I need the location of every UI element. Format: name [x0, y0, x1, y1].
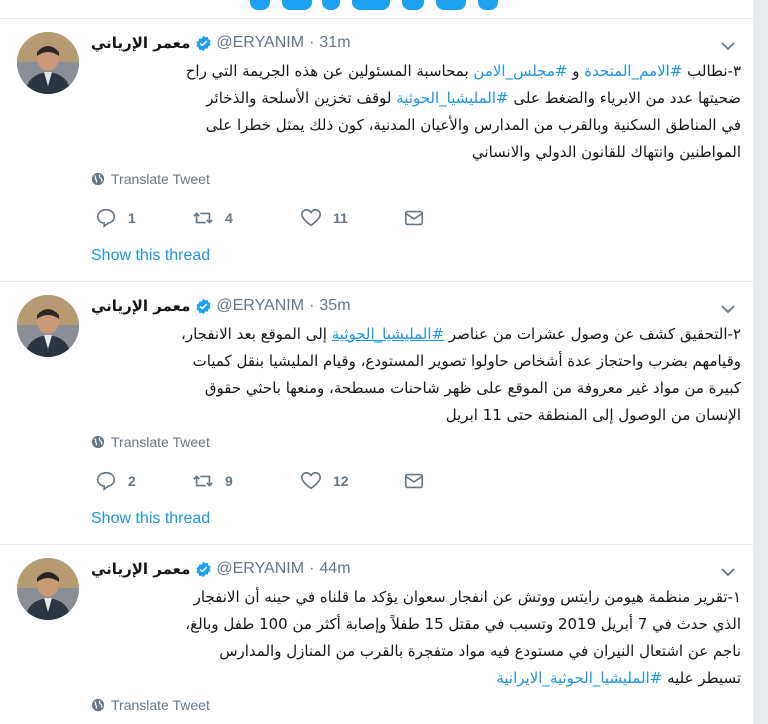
author-handle[interactable]: @ERYANIM [216, 34, 304, 52]
translate-label: Translate Tweet [111, 171, 210, 187]
tweet-text: ١-تقرير منظمة هيومن رايتس ووتش عن انفجار… [91, 584, 741, 692]
show-more-link-partial[interactable] [0, 0, 753, 19]
reply-button[interactable]: 1 [95, 207, 136, 229]
like-count: 12 [333, 473, 349, 489]
tweet-text-line: ناجم عن اشتعال النيران في مستودع فيه موا… [219, 642, 741, 660]
like-button[interactable]: 11 [300, 207, 348, 229]
hashtag-link[interactable]: #مجلس_الامن [473, 62, 567, 80]
tweet[interactable]: معمر الإرياني @ERYANIM · 44m ١-تقرير منظ… [0, 546, 753, 724]
reply-icon [96, 471, 116, 491]
globe-icon [91, 698, 105, 712]
hashtag-link[interactable]: #المليشيا_الحوثية_الايرانية [496, 669, 662, 687]
tweet-text-line: وقيامهم بضرب واحتجاز عدة أشخاص حاولوا تص… [192, 352, 741, 370]
retweet-icon [193, 475, 213, 487]
author-handle[interactable]: @ERYANIM [216, 560, 304, 578]
direct-message-button[interactable] [403, 470, 436, 492]
text-segment: إلى الموقع بعد الانفجار، [181, 325, 332, 343]
retweet-button[interactable]: 9 [192, 470, 233, 492]
text-segment: بمحاسبة المسئولين عن هذه الجريمة التي را… [185, 62, 474, 80]
verified-badge-icon [195, 561, 212, 578]
show-this-thread-link[interactable]: Show this thread [91, 510, 210, 528]
tweet-header: معمر الإرياني @ERYANIM · 35m [91, 296, 351, 316]
tweet-text-line: ٣-نطالب #الامم_المتحدة و #مجلس_الامن بمح… [91, 58, 741, 85]
timestamp[interactable]: 35m [319, 297, 350, 315]
heart-icon [301, 208, 321, 227]
translate-tweet-button[interactable]: Translate Tweet [91, 697, 210, 713]
tweet-text-line: في المناطق السكنية وبالقرب من المدارس وا… [205, 116, 741, 134]
separator-dot: · [309, 560, 315, 577]
verified-badge-icon [195, 35, 212, 52]
tweet[interactable]: معمر الإرياني @ERYANIM · 35m ٢-التحقيق ك… [0, 283, 753, 545]
retweet-count: 4 [225, 210, 233, 226]
translate-label: Translate Tweet [111, 697, 210, 713]
chevron-down-icon[interactable] [720, 564, 736, 580]
author-name[interactable]: معمر الإرياني [91, 34, 190, 52]
tweet-header: معمر الإرياني @ERYANIM · 31m [91, 33, 351, 53]
tweet-text: ٢-التحقيق كشف عن وصول عشرات من عناصر #ال… [91, 321, 741, 429]
chevron-down-icon[interactable] [720, 301, 736, 317]
tweet-header: معمر الإرياني @ERYANIM · 44m [91, 559, 351, 579]
timeline: معمر الإرياني @ERYANIM · 31m ٣-نطالب #ال… [0, 0, 754, 724]
separator-dot: · [309, 297, 315, 314]
text-segment: ٣-نطالب [682, 62, 741, 80]
translate-tweet-button[interactable]: Translate Tweet [91, 171, 210, 187]
globe-icon [91, 172, 105, 186]
reply-count: 2 [128, 473, 136, 489]
tweet-text-line: كبيرة من مواد غير معروفة من الموقع على ظ… [204, 379, 741, 397]
author-name[interactable]: معمر الإرياني [91, 560, 190, 578]
globe-icon [91, 435, 105, 449]
tweet-text-line: المواطنين وانتهاك للقانون الدولي والانسا… [471, 143, 741, 161]
avatar[interactable] [17, 295, 79, 357]
separator-dot: · [309, 34, 315, 51]
reply-count: 1 [128, 210, 136, 226]
tweet-text-line: ضحيتها عدد من الابرياء والضغط على #الملي… [91, 85, 741, 112]
text-segment: و [567, 62, 585, 80]
like-count: 11 [333, 210, 348, 226]
envelope-icon [404, 473, 424, 489]
chevron-down-icon[interactable] [720, 38, 736, 54]
author-name[interactable]: معمر الإرياني [91, 297, 190, 315]
tweet-text-line: ٢-التحقيق كشف عن وصول عشرات من عناصر #ال… [91, 321, 741, 348]
tweet-text: ٣-نطالب #الامم_المتحدة و #مجلس_الامن بمح… [91, 58, 741, 166]
timestamp[interactable]: 31m [319, 34, 350, 52]
translate-tweet-button[interactable]: Translate Tweet [91, 434, 210, 450]
timestamp[interactable]: 44m [319, 560, 350, 578]
reply-icon [96, 208, 116, 228]
text-segment: تسيطر عليه [662, 669, 741, 687]
tweet-text-line: ١-تقرير منظمة هيومن رايتس ووتش عن انفجار… [193, 588, 741, 606]
heart-icon [301, 471, 321, 490]
like-button[interactable]: 12 [300, 470, 349, 492]
retweet-icon [193, 212, 213, 224]
text-segment: لوقف تخزين الأسلحة والذخائر [206, 89, 397, 107]
text-segment: ضحيتها عدد من الابرياء والضغط على [508, 89, 741, 107]
direct-message-button[interactable] [403, 207, 436, 229]
avatar[interactable] [17, 558, 79, 620]
hashtag-link[interactable]: #المليشيا_الحوثية [396, 89, 508, 107]
text-segment: ٢-التحقيق كشف عن وصول عشرات من عناصر [444, 325, 741, 343]
tweet-text-line: الذي حدث في 7 أبريل 2019 وتسبب في مقتل 1… [185, 615, 741, 633]
tweet-text-line: الإنسان من الوصول إلى المنطقة حتى 11 ابر… [445, 406, 741, 424]
verified-badge-icon [195, 298, 212, 315]
author-handle[interactable]: @ERYANIM [216, 297, 304, 315]
hashtag-link[interactable]: #المليشيا_الحوثية [332, 325, 444, 343]
avatar[interactable] [17, 32, 79, 94]
tweet-text-line: تسيطر عليه #المليشيا_الحوثية_الايرانية [91, 665, 741, 692]
translate-label: Translate Tweet [111, 434, 210, 450]
retweet-button[interactable]: 4 [192, 207, 233, 229]
reply-button[interactable]: 2 [95, 470, 136, 492]
tweet[interactable]: معمر الإرياني @ERYANIM · 31m ٣-نطالب #ال… [0, 20, 753, 282]
envelope-icon [404, 210, 424, 226]
hashtag-link[interactable]: #الامم_المتحدة [584, 62, 682, 80]
retweet-count: 9 [225, 473, 233, 489]
show-this-thread-link[interactable]: Show this thread [91, 247, 210, 265]
